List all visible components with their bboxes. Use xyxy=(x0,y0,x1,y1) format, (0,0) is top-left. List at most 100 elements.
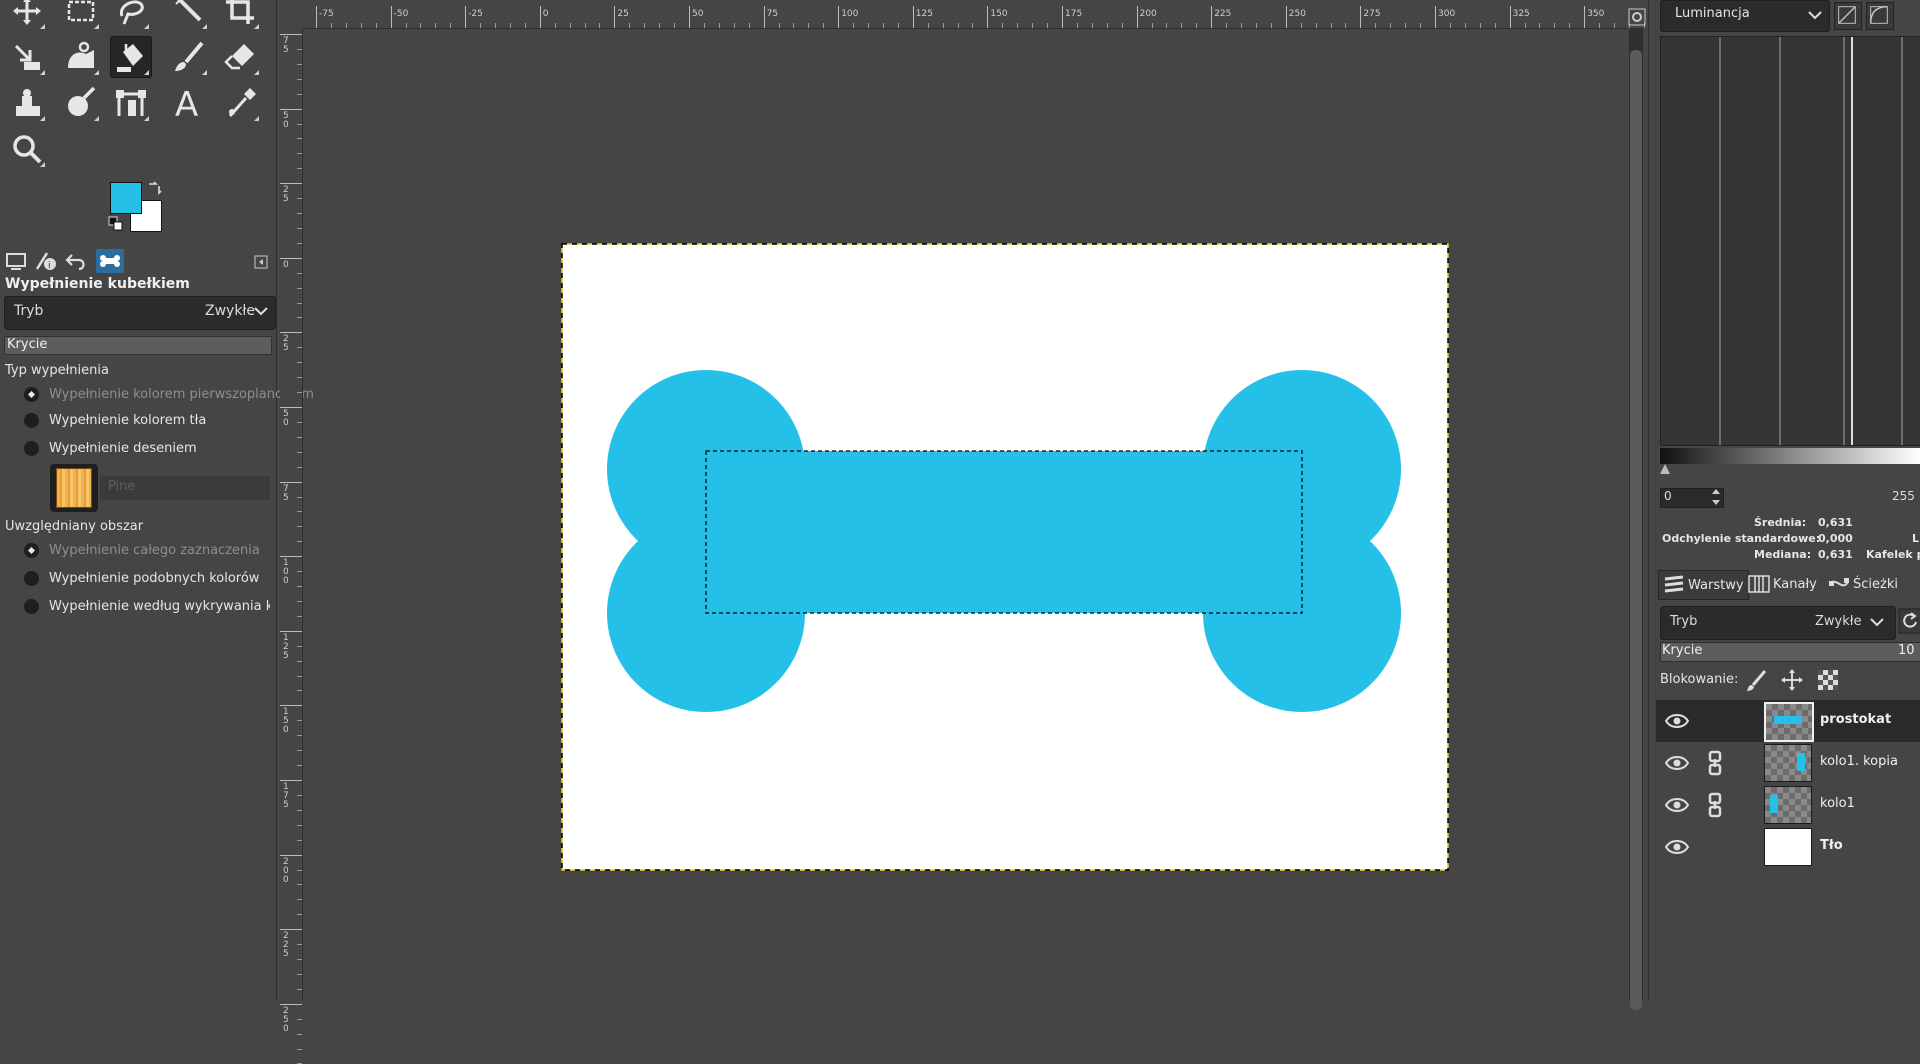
layer-row[interactable]: kolo1. kopia xyxy=(1656,742,1920,784)
ruler-tick xyxy=(280,34,302,35)
linear-histogram-button[interactable] xyxy=(1834,2,1862,30)
color-picker-tool-button[interactable] xyxy=(220,82,262,124)
clone-tool-button[interactable] xyxy=(6,82,48,124)
tab-undo-history[interactable] xyxy=(62,249,90,273)
crop-tool-icon xyxy=(226,0,254,24)
paths-tool-icon xyxy=(116,90,146,116)
lock-alpha-icon[interactable] xyxy=(1816,668,1840,692)
zoom-tool-button[interactable] xyxy=(6,128,48,170)
ruler-tick xyxy=(1062,6,1063,28)
unified-transform-tool-button[interactable] xyxy=(6,36,48,78)
ruler-label: 125 xyxy=(283,632,289,661)
ruler-tick xyxy=(838,6,840,28)
eraser-tool-button[interactable] xyxy=(220,36,262,78)
free-select-tool-button[interactable] xyxy=(110,0,152,32)
layer-thumbnail xyxy=(1764,702,1814,742)
ruler-tick xyxy=(280,332,302,334)
layer-thumbnail-shape xyxy=(1770,795,1778,813)
swap-colors-icon[interactable] xyxy=(146,180,162,196)
ruler-label: 0 xyxy=(283,259,289,270)
fill-type-option-label: Wypełnienie kolorem tła xyxy=(49,412,207,428)
ruler-tick xyxy=(1360,6,1362,28)
tab-paths[interactable]: Ścieżki xyxy=(1824,570,1902,598)
layer-row[interactable]: kolo1 xyxy=(1656,784,1920,826)
tab-tool-options[interactable] xyxy=(2,249,30,273)
layer-name: kolo1. kopia xyxy=(1820,754,1898,769)
fill-type-option-bg[interactable]: Wypełnienie kolorem tła xyxy=(24,410,206,430)
std-label: Odchylenie standardowe: xyxy=(1662,532,1821,545)
bucket-fill-tool-button[interactable] xyxy=(110,36,152,78)
zoom-tool-icon xyxy=(13,135,42,164)
ruler-tick xyxy=(280,108,302,110)
pattern-thumbnail xyxy=(56,468,92,508)
ruler-minor-tick xyxy=(297,1033,302,1035)
eye-icon[interactable] xyxy=(1664,834,1690,860)
color-picker-tool-icon xyxy=(228,88,256,117)
range-max-value: 255 xyxy=(1892,489,1915,503)
pattern-selector[interactable] xyxy=(50,464,98,512)
fuzzy-select-tool-button[interactable] xyxy=(168,0,210,32)
default-colors-icon[interactable] xyxy=(108,216,124,232)
foreground-color-swatch[interactable] xyxy=(110,182,142,214)
ruler-tick xyxy=(280,780,302,781)
ruler-label: 50 xyxy=(692,9,704,19)
tab-device-status[interactable]: i xyxy=(32,249,60,273)
paths-tool-button[interactable] xyxy=(110,82,152,124)
histogram-graph[interactable] xyxy=(1660,36,1920,446)
layer-mode-value: Zwykłe xyxy=(1815,614,1862,629)
tab-paths-label: Ścieżki xyxy=(1853,576,1898,592)
lock-position-icon[interactable] xyxy=(1780,668,1804,692)
area-option-similar-colors[interactable]: Wypełnienie podobnych kolorów xyxy=(24,568,259,588)
layer-row[interactable]: Tło xyxy=(1656,826,1920,868)
configure-tab-icon[interactable] xyxy=(254,255,268,269)
log-histogram-button[interactable] xyxy=(1866,2,1894,30)
paintbrush-tool-icon xyxy=(175,41,204,71)
warp-transform-tool-button[interactable] xyxy=(60,36,102,78)
layer-mode-label: Tryb xyxy=(1670,614,1698,629)
paths-icon xyxy=(1829,578,1849,587)
ruler-tick xyxy=(280,257,302,259)
tab-layers[interactable]: Warstwy xyxy=(1658,570,1749,600)
smudge-tool-button[interactable] xyxy=(60,82,102,124)
radio-icon xyxy=(24,412,39,428)
canvas[interactable] xyxy=(302,28,1628,1000)
ruler-label: 300 xyxy=(1438,9,1456,19)
fill-type-option-fg[interactable]: Wypełnienie kolorem pierwszoplanowym xyxy=(24,384,314,404)
layer-name: kolo1 xyxy=(1820,796,1855,811)
eye-icon[interactable] xyxy=(1664,750,1690,776)
svg-text:i: i xyxy=(48,261,51,271)
tab-images[interactable] xyxy=(96,249,124,273)
area-option-whole-selection[interactable]: Wypełnienie całego zaznaczenia xyxy=(24,540,260,560)
ruler-label: 250 xyxy=(1288,9,1306,19)
ruler-label: 25 xyxy=(617,9,629,19)
move-tool-button[interactable] xyxy=(6,0,48,32)
vertical-scrollbar-thumb[interactable] xyxy=(1630,50,1642,1010)
layer-thumbnail-shape xyxy=(1797,753,1805,771)
area-option-line-art[interactable]: Wypełnienie według wykrywania krawędzi xyxy=(24,596,270,616)
navigate-icon[interactable] xyxy=(1628,8,1646,26)
fill-type-heading: Typ wypełnienia xyxy=(5,363,109,378)
ruler-tick xyxy=(987,6,989,28)
fill-type-option-pattern[interactable]: Wypełnienie deseniem xyxy=(24,438,197,458)
chain-link-icon[interactable] xyxy=(1704,750,1726,776)
reset-mode-icon[interactable] xyxy=(1898,608,1920,634)
tab-channels[interactable]: Kanały xyxy=(1744,570,1821,598)
ruler-tick xyxy=(1136,6,1138,28)
ruler-tick xyxy=(280,1003,302,1005)
eye-icon[interactable] xyxy=(1664,792,1690,818)
chain-link-icon[interactable] xyxy=(1704,792,1726,818)
ruler-label: 250 xyxy=(283,1005,289,1034)
toolbox: A i xyxy=(0,0,277,1000)
lock-pixels-icon[interactable] xyxy=(1745,668,1769,692)
layer-row[interactable]: prostokat xyxy=(1656,700,1920,742)
spin-buttons-icon[interactable] xyxy=(1710,485,1722,509)
eye-icon[interactable] xyxy=(1664,708,1690,734)
range-start-handle[interactable] xyxy=(1660,464,1670,474)
mean-value: 0,631 xyxy=(1818,516,1853,529)
text-tool-button[interactable]: A xyxy=(168,82,210,124)
ruler-label: 50 xyxy=(283,110,289,130)
crop-tool-button[interactable] xyxy=(220,0,262,32)
rect-select-tool-button[interactable] xyxy=(60,0,102,32)
warp-transform-tool-icon xyxy=(68,41,94,68)
paintbrush-tool-button[interactable] xyxy=(168,36,210,78)
